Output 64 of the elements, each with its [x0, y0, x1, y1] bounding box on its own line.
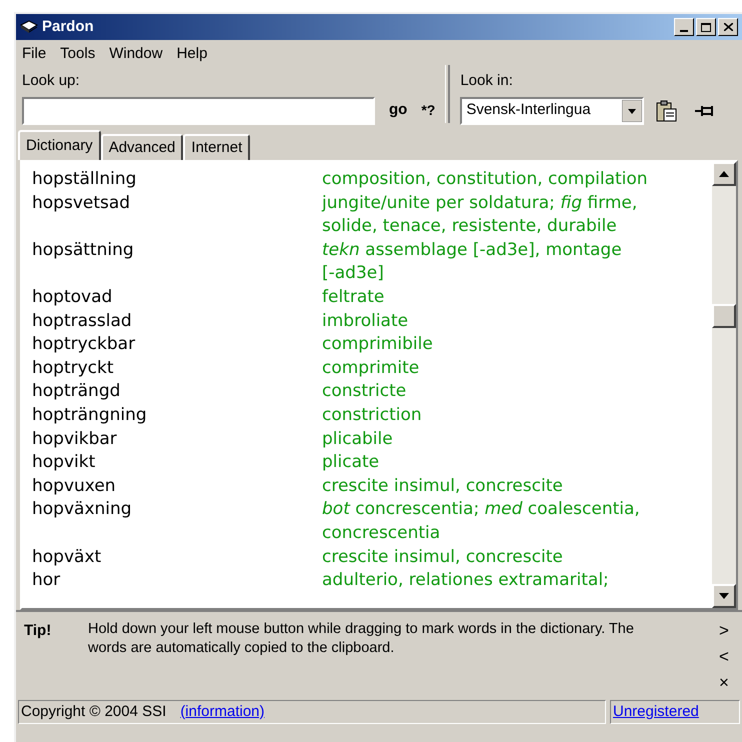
minimize-button[interactable]	[674, 18, 694, 36]
wildcard-button[interactable]: *?	[421, 100, 436, 121]
maximize-button[interactable]	[696, 18, 716, 36]
headword: hoptovad	[32, 286, 114, 309]
scroll-thumb[interactable]	[712, 304, 736, 328]
headword: hopställning	[32, 168, 138, 191]
headword: hopväxning	[32, 498, 133, 522]
translation: adulterio, relationes extramarital;	[322, 569, 609, 592]
headword: hoptryckt	[32, 356, 115, 380]
headword: hopträngning	[32, 404, 148, 427]
book-icon	[20, 19, 38, 35]
headword: hopsvetsad	[32, 192, 132, 215]
headword: hoptrasslad	[32, 310, 133, 333]
dictionary-dropdown[interactable]: Svensk-Interlingua	[460, 96, 644, 124]
translation: comprimibile	[322, 333, 433, 356]
up-arrow-icon	[719, 171, 729, 177]
down-arrow-icon	[719, 593, 729, 599]
translation: imbroliate	[322, 310, 408, 333]
tip-label: Tip!	[24, 621, 52, 641]
headword: hopvikt	[32, 451, 96, 474]
tab[interactable]: Internet	[183, 134, 250, 160]
information-link[interactable]: (information)	[180, 700, 265, 724]
dropdown-arrow-icon	[622, 100, 642, 122]
registration-link[interactable]: Unregistered	[613, 700, 699, 724]
close-button[interactable]	[718, 18, 738, 36]
translation: constricte	[322, 380, 406, 404]
scrollbar[interactable]	[712, 162, 736, 608]
copyright-text: Copyright © 2004 SSI	[21, 702, 166, 722]
translation: plicate	[322, 451, 380, 474]
previous-tip-button[interactable]: <	[719, 646, 729, 668]
look-in-label: Look in:	[460, 71, 514, 91]
window-title: Pardon	[42, 16, 94, 37]
headword: hopvuxen	[32, 474, 117, 498]
clipboard-icon[interactable]	[654, 98, 678, 122]
close-icon	[724, 23, 732, 31]
translation: constriction	[322, 404, 422, 427]
next-tip-button[interactable]: >	[719, 620, 729, 642]
menu-item[interactable]: Window	[109, 42, 163, 66]
look-up-label: Look up:	[22, 71, 81, 91]
translation: crescite insimul, concrescite	[322, 546, 563, 568]
headword: hor	[32, 569, 62, 592]
translation: composition, constitution, compilation	[322, 168, 648, 191]
minimize-icon	[680, 30, 688, 32]
go-button[interactable]: go	[389, 99, 408, 122]
menu-item[interactable]: Tools	[60, 42, 96, 66]
close-tip-button[interactable]: ×	[719, 672, 729, 694]
headword: hopsättning	[32, 238, 135, 262]
maximize-icon	[701, 22, 711, 32]
headword: hopträngd	[32, 380, 122, 404]
headword: hopväxt	[32, 546, 102, 568]
translation: plicabile	[322, 428, 393, 451]
scroll-down-button[interactable]	[712, 584, 736, 608]
headword: hoptryckbar	[32, 333, 136, 356]
translation: feltrate	[322, 286, 384, 309]
menu-item[interactable]: Help	[176, 42, 208, 66]
translation: comprimite	[322, 356, 420, 380]
menu-item[interactable]: File	[22, 42, 46, 66]
tip-text: Hold down your left mouse button while dragging to mark words in the dictionary. The words are automatically copied to the clipboard.	[88, 620, 635, 658]
tab[interactable]: Dictionary	[18, 130, 101, 160]
scroll-up-button[interactable]	[712, 162, 736, 186]
tab[interactable]: Advanced	[100, 134, 184, 160]
translation: crescite insimul, concrescite	[322, 474, 563, 498]
headword: hopvikbar	[32, 428, 118, 451]
look-up-field[interactable]	[22, 96, 375, 124]
